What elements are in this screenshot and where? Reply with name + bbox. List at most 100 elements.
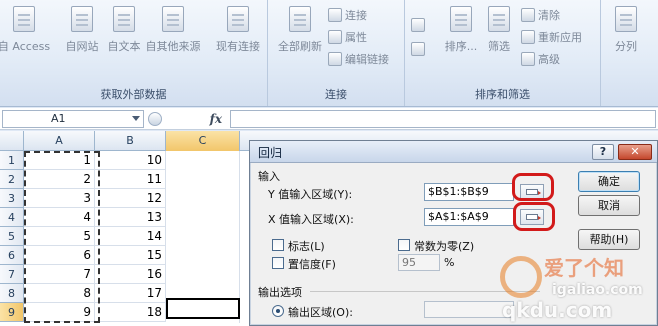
cell-b9[interactable]: 18 xyxy=(95,303,166,322)
dialog-titlebar[interactable]: 回归 ? ✕ xyxy=(250,141,657,163)
sort-ascending-button[interactable] xyxy=(411,16,428,36)
from-access-button[interactable]: 自 Access xyxy=(0,4,54,70)
chevron-down-icon[interactable] xyxy=(132,116,140,121)
expand-formula-icon[interactable] xyxy=(148,112,162,126)
row-header[interactable]: 6 xyxy=(0,246,24,265)
row-header[interactable]: 4 xyxy=(0,208,24,227)
row-header[interactable]: 1 xyxy=(0,151,24,170)
text-file-icon xyxy=(113,6,135,32)
column-header-a[interactable]: A xyxy=(24,131,95,151)
cell-a3[interactable]: 3 xyxy=(24,189,95,208)
web-icon xyxy=(71,6,93,32)
row-header[interactable]: 2 xyxy=(0,170,24,189)
labels-checkbox[interactable] xyxy=(272,239,284,251)
reapply-icon xyxy=(521,30,535,44)
insert-function-button[interactable]: fx xyxy=(168,110,228,128)
labels-option-label: 标志(L) xyxy=(288,240,325,253)
refresh-icon xyxy=(289,6,311,32)
cell-a2[interactable]: 2 xyxy=(24,170,95,189)
sort-descending-icon xyxy=(411,42,425,56)
funnel-icon xyxy=(488,6,510,32)
row-header[interactable]: 9 xyxy=(0,303,24,322)
text-to-columns-button[interactable]: 分列 xyxy=(601,4,651,70)
properties-icon xyxy=(328,30,342,44)
x-range-collapse-button[interactable] xyxy=(520,209,544,225)
sort-icon xyxy=(450,6,472,32)
cell-b8[interactable]: 17 xyxy=(95,284,166,303)
row-header[interactable]: 8 xyxy=(0,284,24,303)
connections-icon xyxy=(328,8,342,22)
cell-b6[interactable]: 15 xyxy=(95,246,166,265)
cell-a1[interactable]: 1 xyxy=(24,151,95,170)
output-range-label: 输出区域(O): xyxy=(288,306,353,319)
formula-input[interactable] xyxy=(230,110,656,128)
cell-a9[interactable]: 9 xyxy=(24,303,95,322)
name-box[interactable]: A1 xyxy=(2,110,144,128)
reapply-button[interactable]: 重新应用 xyxy=(521,28,582,48)
collapse-dialog-icon xyxy=(526,214,541,220)
row-header[interactable]: 3 xyxy=(0,189,24,208)
help-button[interactable]: 帮助(H) xyxy=(578,229,640,250)
existing-connections-icon xyxy=(227,6,249,32)
cell-a5[interactable]: 5 xyxy=(24,227,95,246)
x-range-input[interactable]: $A$1:$A$9 xyxy=(424,208,514,226)
cell-a6[interactable]: 6 xyxy=(24,246,95,265)
sort-filter-label: 排序和筛选 xyxy=(475,88,530,101)
column-header-c[interactable]: C xyxy=(166,131,240,151)
cell-b5[interactable]: 14 xyxy=(95,227,166,246)
row-header[interactable]: 5 xyxy=(0,227,24,246)
data-tools-group: 分列 xyxy=(601,0,658,106)
connections-button[interactable]: 连接 xyxy=(328,6,367,26)
cell-b7[interactable]: 16 xyxy=(95,265,166,284)
ok-button[interactable]: 确定 xyxy=(578,171,640,192)
text-to-columns-icon xyxy=(615,6,637,32)
existing-connections-button[interactable]: 现有连接 xyxy=(208,4,268,70)
cell-a8[interactable]: 8 xyxy=(24,284,95,303)
y-range-label: Y 值输入区域(Y): xyxy=(268,188,353,201)
collapse-dialog-icon xyxy=(526,189,541,195)
access-icon xyxy=(13,6,35,32)
x-range-label: X 值输入区域(X): xyxy=(268,213,354,226)
cell-a7[interactable]: 7 xyxy=(24,265,95,284)
sort-descending-button[interactable] xyxy=(411,40,428,60)
close-icon[interactable]: ✕ xyxy=(618,144,652,160)
column-header-b[interactable]: B xyxy=(95,131,166,151)
clear-button[interactable]: 清除 xyxy=(521,6,560,26)
regression-dialog: 回归 ? ✕ 输入 Y 值输入区域(Y): $B$1:$B$9 X 值输入区域(… xyxy=(249,140,658,326)
active-cell-c9[interactable] xyxy=(166,298,240,319)
constant-zero-checkbox[interactable] xyxy=(398,239,410,251)
refresh-all-button[interactable]: 全部刷新 xyxy=(270,4,330,70)
cell-a4[interactable]: 4 xyxy=(24,208,95,227)
output-range-radio[interactable] xyxy=(272,305,284,317)
properties-button[interactable]: 属性 xyxy=(328,28,367,48)
cell-b1[interactable]: 10 xyxy=(95,151,166,170)
edit-links-icon xyxy=(328,52,342,66)
other-sources-icon xyxy=(162,6,184,32)
filter-button[interactable]: 筛选 xyxy=(479,4,519,70)
formula-bar: A1 fx xyxy=(0,108,658,130)
percent-sign: % xyxy=(444,256,455,269)
get-external-data-group: 自 Access 自网站 自文本 自其他来源 现有连接 获取外部数据 xyxy=(0,0,268,106)
row-header[interactable]: 7 xyxy=(0,265,24,284)
ribbon: 自 Access 自网站 自文本 自其他来源 现有连接 获取外部数据 全部刷新 … xyxy=(0,0,658,107)
output-range-input[interactable] xyxy=(424,301,514,318)
advanced-button[interactable]: 高级 xyxy=(521,50,560,70)
cell-b4[interactable]: 13 xyxy=(95,208,166,227)
output-section-label: 输出选项 xyxy=(258,286,302,299)
y-range-input[interactable]: $B$1:$B$9 xyxy=(424,183,514,201)
dialog-title: 回归 xyxy=(258,146,283,160)
sort-ascending-icon xyxy=(411,18,425,32)
confidence-input[interactable]: 95 xyxy=(398,254,440,271)
help-icon[interactable]: ? xyxy=(592,144,614,160)
cell-b3[interactable]: 12 xyxy=(95,189,166,208)
confidence-checkbox[interactable] xyxy=(272,257,284,269)
from-other-sources-button[interactable]: 自其他来源 xyxy=(142,4,204,70)
edit-links-button[interactable]: 编辑链接 xyxy=(328,50,389,70)
get-external-data-label: 获取外部数据 xyxy=(100,88,167,101)
select-all-corner[interactable] xyxy=(0,131,24,151)
constant-zero-label: 常数为零(Z) xyxy=(414,240,475,253)
cancel-button[interactable]: 取消 xyxy=(578,195,640,216)
cell-b2[interactable]: 11 xyxy=(95,170,166,189)
clear-filter-icon xyxy=(521,8,535,22)
y-range-collapse-button[interactable] xyxy=(520,184,544,200)
